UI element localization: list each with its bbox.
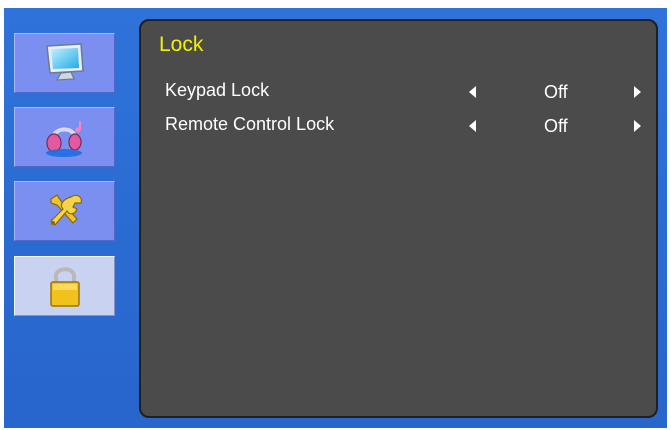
remote-control-lock-right-arrow-icon[interactable] [634, 120, 641, 132]
keypad-lock-value: Off [544, 82, 568, 102]
remote-control-lock-label: Remote Control Lock [165, 114, 335, 134]
page-title: Lock [159, 33, 204, 56]
remote-control-lock-left-arrow-icon[interactable] [469, 120, 476, 132]
remote-control-lock-row[interactable]: Remote Control Lock Off [141, 113, 656, 139]
remote-control-lock-value: Off [544, 116, 568, 136]
lock-menu-panel: Lock Keypad Lock Off Remote Control Lock… [139, 19, 658, 418]
sidebar-item-picture[interactable] [14, 33, 115, 93]
monitor-icon [41, 41, 89, 85]
headphones-icon [40, 115, 90, 159]
keypad-lock-row[interactable]: Keypad Lock Off [141, 79, 656, 105]
sidebar-item-sound[interactable] [14, 107, 115, 167]
padlock-icon [42, 263, 88, 309]
keypad-lock-left-arrow-icon[interactable] [469, 86, 476, 98]
tools-icon [41, 189, 89, 233]
sidebar-item-lock[interactable] [14, 256, 115, 316]
keypad-lock-right-arrow-icon[interactable] [634, 86, 641, 98]
keypad-lock-label: Keypad Lock [165, 80, 270, 100]
sidebar-item-setup[interactable] [14, 181, 115, 241]
